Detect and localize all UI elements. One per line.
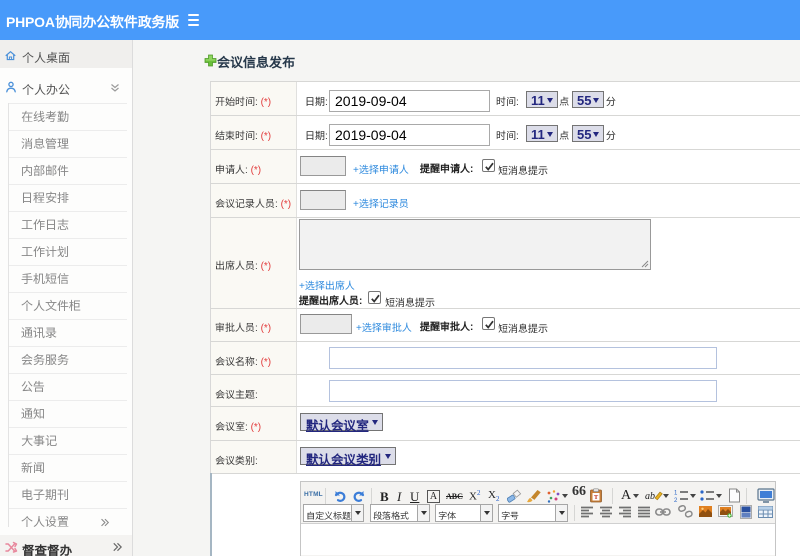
svg-text:1: 1 [674, 491, 678, 497]
svg-text:2: 2 [674, 498, 678, 503]
svg-text:ab: ab [645, 491, 655, 502]
svg-text:T: T [594, 494, 599, 501]
